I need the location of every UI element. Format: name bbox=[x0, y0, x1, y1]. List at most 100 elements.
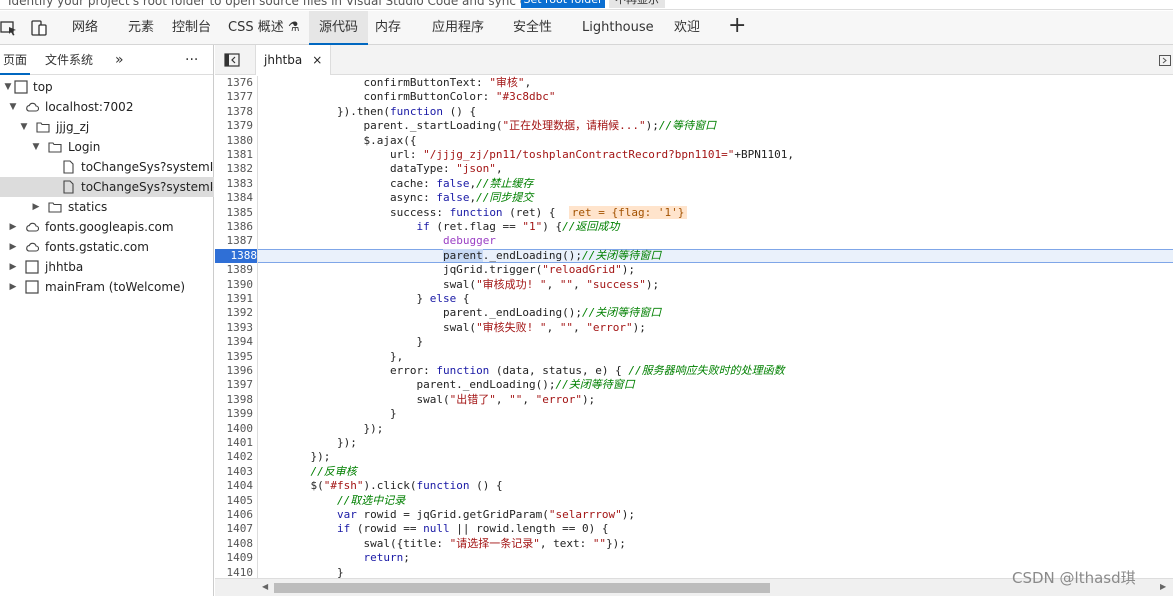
code-line[interactable]: 1392 parent._endLoading();//关闭等待窗口 bbox=[215, 306, 1173, 321]
scrollbar-thumb[interactable] bbox=[274, 583, 770, 593]
line-number[interactable]: 1380 bbox=[215, 134, 254, 148]
tab-memory[interactable]: 内存 bbox=[365, 11, 411, 45]
code-line[interactable]: 1407 if (rowid == null || rowid.length =… bbox=[215, 522, 1173, 537]
tree-item-folder[interactable]: ▼ Login bbox=[0, 137, 214, 157]
line-number[interactable]: 1409 bbox=[215, 551, 254, 565]
code-line[interactable]: 1385 success: function (ret) { ret = {fl… bbox=[215, 205, 1173, 220]
code-line[interactable]: 1394 } bbox=[215, 335, 1173, 350]
code-line[interactable]: 1380 $.ajax({ bbox=[215, 133, 1173, 148]
code-line[interactable]: 1396 error: function (data, status, e) {… bbox=[215, 364, 1173, 379]
toggle-navigator-icon[interactable] bbox=[224, 53, 240, 67]
tree-item-localhost[interactable]: ▼ localhost:7002 bbox=[0, 97, 214, 117]
set-root-folder-button[interactable]: Set root folder bbox=[521, 0, 605, 8]
line-number[interactable]: 1387 bbox=[215, 234, 254, 248]
code-line[interactable]: 1400 }); bbox=[215, 421, 1173, 436]
line-number[interactable]: 1408 bbox=[215, 537, 254, 551]
line-number[interactable]: 1407 bbox=[215, 522, 254, 536]
code-line[interactable]: 1390 swal("审核成功! ", "", "success"); bbox=[215, 277, 1173, 292]
line-number[interactable]: 1406 bbox=[215, 508, 254, 522]
line-number[interactable]: 1402 bbox=[215, 450, 254, 464]
line-number[interactable]: 1405 bbox=[215, 494, 254, 508]
scroll-left-icon[interactable]: ◀ bbox=[262, 582, 268, 591]
code-view[interactable]: 1376 confirmButtonText: "审核", 1377 confir… bbox=[215, 75, 1173, 578]
line-number[interactable]: 1392 bbox=[215, 306, 254, 320]
tree-item-file-selected[interactable]: toChangeSys?systemId=9 bbox=[0, 177, 214, 197]
code-line[interactable]: 1401 }); bbox=[215, 436, 1173, 451]
line-number[interactable]: 1379 bbox=[215, 119, 254, 133]
close-tab-icon[interactable]: × bbox=[312, 53, 322, 67]
line-number[interactable]: 1381 bbox=[215, 148, 254, 162]
code-line[interactable]: 1381 url: "/jjjg_zj/pn11/toshplanContrac… bbox=[215, 148, 1173, 163]
code-line[interactable]: 1406 var rowid = jqGrid.getGridParam("se… bbox=[215, 508, 1173, 523]
tab-console[interactable]: 控制台 bbox=[162, 11, 221, 45]
code-line[interactable]: 1408 swal({title: "请选择一条记录", text: ""}); bbox=[215, 536, 1173, 552]
tab-css-overview[interactable]: CSS 概述 ⚗ bbox=[218, 11, 310, 45]
line-number[interactable]: 1391 bbox=[215, 292, 254, 306]
line-number[interactable]: 1384 bbox=[215, 191, 254, 205]
expand-arrow-icon[interactable]: ▶ bbox=[31, 197, 41, 217]
expand-arrow-icon[interactable]: ▶ bbox=[8, 217, 18, 237]
tab-welcome[interactable]: 欢迎 bbox=[664, 11, 710, 45]
scroll-right-icon[interactable]: ▶ bbox=[1160, 582, 1166, 591]
collapse-arrow-icon[interactable]: ▼ bbox=[31, 137, 41, 157]
line-number[interactable]: 1400 bbox=[215, 422, 254, 436]
line-number[interactable]: 1386 bbox=[215, 220, 254, 234]
collapse-arrow-icon[interactable]: ▼ bbox=[3, 77, 13, 97]
code-line[interactable]: 1387 debugger bbox=[215, 234, 1173, 249]
expand-arrow-icon[interactable]: ▶ bbox=[8, 277, 18, 297]
code-line[interactable]: 1397 parent._endLoading();//关闭等待窗口 bbox=[215, 378, 1173, 393]
code-line[interactable]: 1405 //取选中记录 bbox=[215, 493, 1173, 508]
collapse-arrow-icon[interactable]: ▼ bbox=[8, 97, 18, 117]
code-line[interactable]: 1403 //反审核 bbox=[215, 464, 1173, 480]
line-number[interactable]: 1394 bbox=[215, 335, 254, 349]
add-tab-icon[interactable]: + bbox=[728, 13, 746, 38]
code-line[interactable]: 1395 }, bbox=[215, 349, 1173, 364]
line-number[interactable]: 1393 bbox=[215, 321, 254, 335]
code-line[interactable]: 1398 swal("出错了", "", "error"); bbox=[215, 392, 1173, 408]
expand-arrow-icon[interactable]: ▶ bbox=[8, 257, 18, 277]
code-line[interactable]: 1383 cache: false,//禁止缓存 bbox=[215, 176, 1173, 192]
code-line-current[interactable]: 1388 parent._endLoading();//关闭等待窗口 bbox=[215, 248, 1173, 264]
tab-application[interactable]: 应用程序 bbox=[422, 11, 494, 45]
line-number[interactable]: 1382 bbox=[215, 162, 254, 176]
tree-item-frame[interactable]: ▶ jhhtba bbox=[0, 257, 214, 277]
toggle-debugger-icon[interactable] bbox=[1159, 55, 1171, 66]
line-number[interactable]: 1376 bbox=[215, 76, 254, 90]
tab-filesystem[interactable]: 文件系统 bbox=[42, 45, 96, 75]
code-line[interactable]: 1386 if (ret.flag == "1") {//返回成功 bbox=[215, 220, 1173, 235]
tab-lighthouse[interactable]: Lighthouse bbox=[572, 11, 664, 45]
code-line[interactable]: 1382 dataType: "json", bbox=[215, 162, 1173, 177]
tree-item-folder[interactable]: ▼ jjjg_zj bbox=[0, 117, 214, 137]
tree-item-domain[interactable]: ▶ fonts.gstatic.com bbox=[0, 237, 214, 257]
expand-arrow-icon[interactable]: ▶ bbox=[8, 237, 18, 257]
line-number[interactable]: 1398 bbox=[215, 393, 254, 407]
tree-item-file[interactable]: toChangeSys?systemId=9 bbox=[0, 157, 214, 177]
code-line[interactable]: 1391 } else { bbox=[215, 292, 1173, 307]
line-number[interactable]: 1401 bbox=[215, 436, 254, 450]
editor-file-tab[interactable]: jhhtba × bbox=[255, 45, 332, 75]
tree-item-folder[interactable]: ▶ statics bbox=[0, 197, 214, 217]
dont-show-again-button[interactable]: 不再显示 bbox=[609, 0, 665, 8]
code-line[interactable]: 1376 confirmButtonText: "审核", bbox=[215, 76, 1173, 91]
line-number[interactable]: 1389 bbox=[215, 263, 254, 277]
line-number[interactable]: 1396 bbox=[215, 364, 254, 378]
tab-security[interactable]: 安全性 bbox=[503, 11, 562, 45]
tree-item-frame[interactable]: ▶ mainFram (toWelcome) bbox=[0, 277, 214, 297]
line-number[interactable]: 1383 bbox=[215, 177, 254, 191]
line-number[interactable]: 1403 bbox=[215, 465, 254, 479]
code-line[interactable]: 1404 $("#fsh").click(function () { bbox=[215, 479, 1173, 494]
code-line[interactable]: 1384 async: false,//同步提交 bbox=[215, 191, 1173, 206]
code-line[interactable]: 1399 } bbox=[215, 407, 1173, 422]
code-line[interactable]: 1378 }).then(function () { bbox=[215, 104, 1173, 120]
code-line[interactable]: 1379 parent._startLoading("正在处理数据，请稍候...… bbox=[215, 119, 1173, 134]
line-number[interactable]: 1410 bbox=[215, 566, 254, 578]
tab-elements[interactable]: 元素 bbox=[118, 11, 164, 45]
code-line[interactable]: 1402 }); bbox=[215, 450, 1173, 465]
more-tabs-icon[interactable]: » bbox=[112, 45, 127, 75]
line-number[interactable]: 1404 bbox=[215, 479, 254, 493]
code-line[interactable]: 1389 jqGrid.trigger("reloadGrid"); bbox=[215, 263, 1173, 278]
tree-item-top[interactable]: ▼ top bbox=[0, 77, 214, 97]
line-number[interactable]: 1377 bbox=[215, 90, 254, 104]
line-number[interactable]: 1385 bbox=[215, 206, 254, 220]
code-line[interactable]: 1409 return; bbox=[215, 551, 1173, 566]
